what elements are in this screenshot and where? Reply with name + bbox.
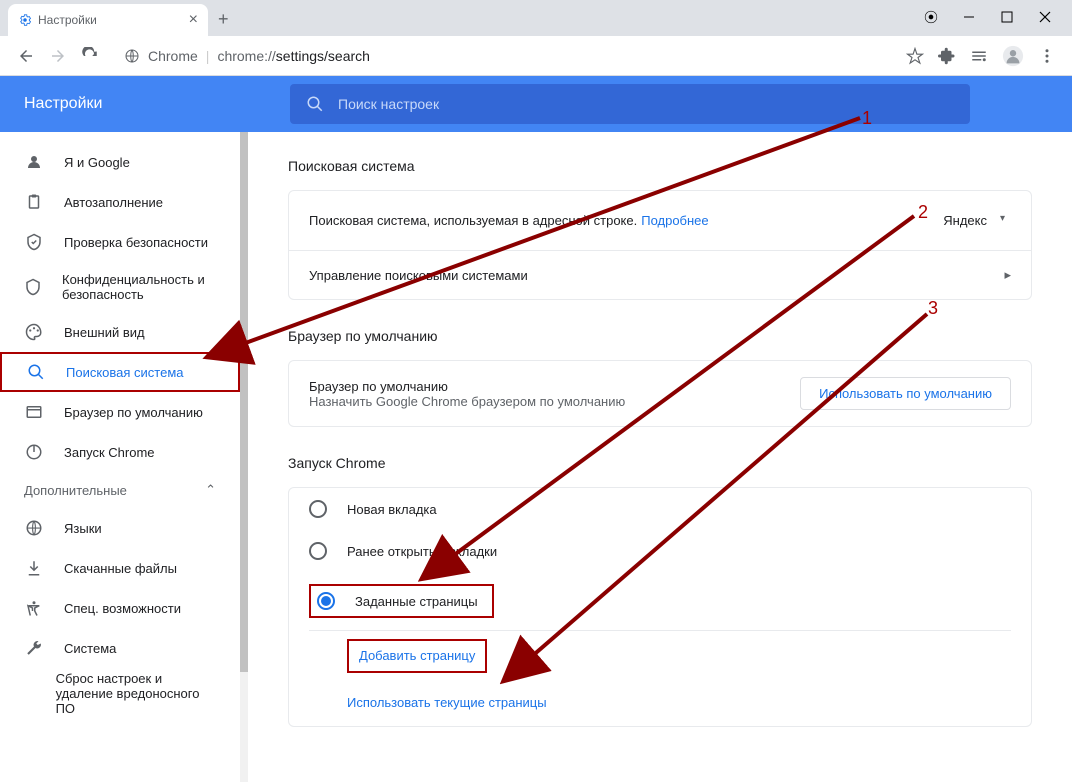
sidebar-advanced-toggle[interactable]: Дополнительные⌃ — [0, 472, 240, 508]
shield-check-icon — [24, 232, 44, 252]
sidebar-item-search-engine[interactable]: Поисковая система — [0, 352, 240, 392]
address-field[interactable]: Chrome | chrome://settings/search — [114, 48, 898, 64]
media-icon[interactable] — [970, 47, 988, 65]
globe-icon — [24, 518, 44, 538]
page-title: Настройки — [24, 95, 280, 113]
radio-continue[interactable]: Ранее открытые вкладки — [289, 530, 1031, 572]
startup-card: Новая вкладка Ранее открытые вкладки Зад… — [288, 487, 1032, 727]
close-window-icon[interactable] — [1036, 8, 1054, 26]
browser-tab[interactable]: Настройки × — [8, 4, 208, 36]
default-browser-card: Браузер по умолчанию Назначить Google Ch… — [288, 360, 1032, 427]
search-icon — [306, 95, 324, 113]
download-icon — [24, 558, 44, 578]
gear-icon — [18, 13, 38, 27]
menu-icon[interactable] — [1038, 47, 1056, 65]
window-icon — [24, 402, 44, 422]
search-placeholder: Поиск настроек — [338, 96, 439, 112]
add-page-link[interactable]: Добавить страницу — [359, 648, 475, 663]
sidebar-item-languages[interactable]: Языки — [0, 508, 240, 548]
chevron-right-icon: ▸ — [1004, 267, 1011, 283]
section-title-search: Поисковая система — [288, 158, 1032, 174]
palette-icon — [24, 322, 44, 342]
annotation-1: 1 — [862, 108, 872, 129]
sidebar-scrollbar[interactable] — [240, 132, 248, 782]
sidebar-item-reset[interactable]: Сброс настроек и удаление вредоносного П… — [0, 668, 240, 718]
sidebar-item-startup[interactable]: Запуск Chrome — [0, 432, 240, 472]
radio-icon — [317, 592, 335, 610]
new-tab-button[interactable]: + — [218, 9, 229, 36]
section-title-startup: Запуск Chrome — [288, 455, 1032, 471]
wrench-icon — [24, 638, 44, 658]
annotation-2: 2 — [918, 202, 928, 223]
person-icon — [24, 152, 44, 172]
account-indicator-icon[interactable] — [922, 8, 940, 26]
set-default-button[interactable]: Использовать по умолчанию — [800, 377, 1011, 410]
default-browser-row: Браузер по умолчанию Назначить Google Ch… — [289, 361, 1031, 426]
scroll-thumb[interactable] — [240, 132, 248, 672]
extensions-icon[interactable] — [938, 47, 956, 65]
radio-icon — [309, 542, 327, 560]
url-host: Chrome — [148, 48, 198, 64]
search-engine-select[interactable]: Яндекс — [931, 207, 1011, 234]
reload-button[interactable] — [76, 42, 104, 70]
url-path: settings/search — [276, 48, 370, 64]
site-info-icon — [124, 48, 140, 64]
clipboard-icon — [24, 192, 44, 212]
sidebar-item-default-browser[interactable]: Браузер по умолчанию — [0, 392, 240, 432]
power-icon — [24, 442, 44, 462]
back-button[interactable] — [12, 42, 40, 70]
close-icon[interactable]: × — [189, 11, 198, 29]
browser-titlebar: Настройки × + — [0, 0, 1072, 36]
sidebar-item-autofill[interactable]: Автозаполнение — [0, 182, 240, 222]
main-content: Поисковая система Поисковая система, исп… — [248, 132, 1072, 782]
accessibility-icon — [24, 598, 44, 618]
minimize-icon[interactable] — [960, 8, 978, 26]
sidebar-item-downloads[interactable]: Скачанные файлы — [0, 548, 240, 588]
bookmark-icon[interactable] — [906, 47, 924, 65]
sidebar: Я и Google Автозаполнение Проверка безоп… — [0, 132, 240, 782]
maximize-icon[interactable] — [998, 8, 1016, 26]
sidebar-item-accessibility[interactable]: Спец. возможности — [0, 588, 240, 628]
tab-title: Настройки — [38, 13, 97, 27]
forward-button[interactable] — [44, 42, 72, 70]
annotation-3: 3 — [928, 298, 938, 319]
url-protocol: chrome:// — [217, 48, 275, 64]
chevron-up-icon: ⌃ — [205, 482, 216, 498]
section-title-default-browser: Браузер по умолчанию — [288, 328, 1032, 344]
sidebar-item-appearance[interactable]: Внешний вид — [0, 312, 240, 352]
manage-search-engines-row[interactable]: Управление поисковыми системами ▸ — [289, 251, 1031, 299]
search-icon — [26, 362, 46, 382]
sidebar-item-privacy[interactable]: Конфиденциальность и безопасность — [0, 262, 240, 312]
shield-icon — [24, 277, 42, 297]
address-bar: Chrome | chrome://settings/search — [0, 36, 1072, 76]
radio-new-tab[interactable]: Новая вкладка — [289, 488, 1031, 530]
sidebar-item-safety[interactable]: Проверка безопасности — [0, 222, 240, 262]
profile-icon[interactable] — [1002, 45, 1024, 67]
window-controls — [922, 8, 1072, 36]
radio-specific-pages[interactable]: Заданные страницы — [289, 572, 1031, 630]
sidebar-item-system[interactable]: Система — [0, 628, 240, 668]
use-current-link[interactable]: Использовать текущие страницы — [347, 695, 1011, 710]
radio-icon — [309, 500, 327, 518]
app-header: Настройки Поиск настроек — [0, 76, 1072, 132]
learn-more-link[interactable]: Подробнее — [641, 213, 708, 228]
sidebar-item-google[interactable]: Я и Google — [0, 142, 240, 182]
